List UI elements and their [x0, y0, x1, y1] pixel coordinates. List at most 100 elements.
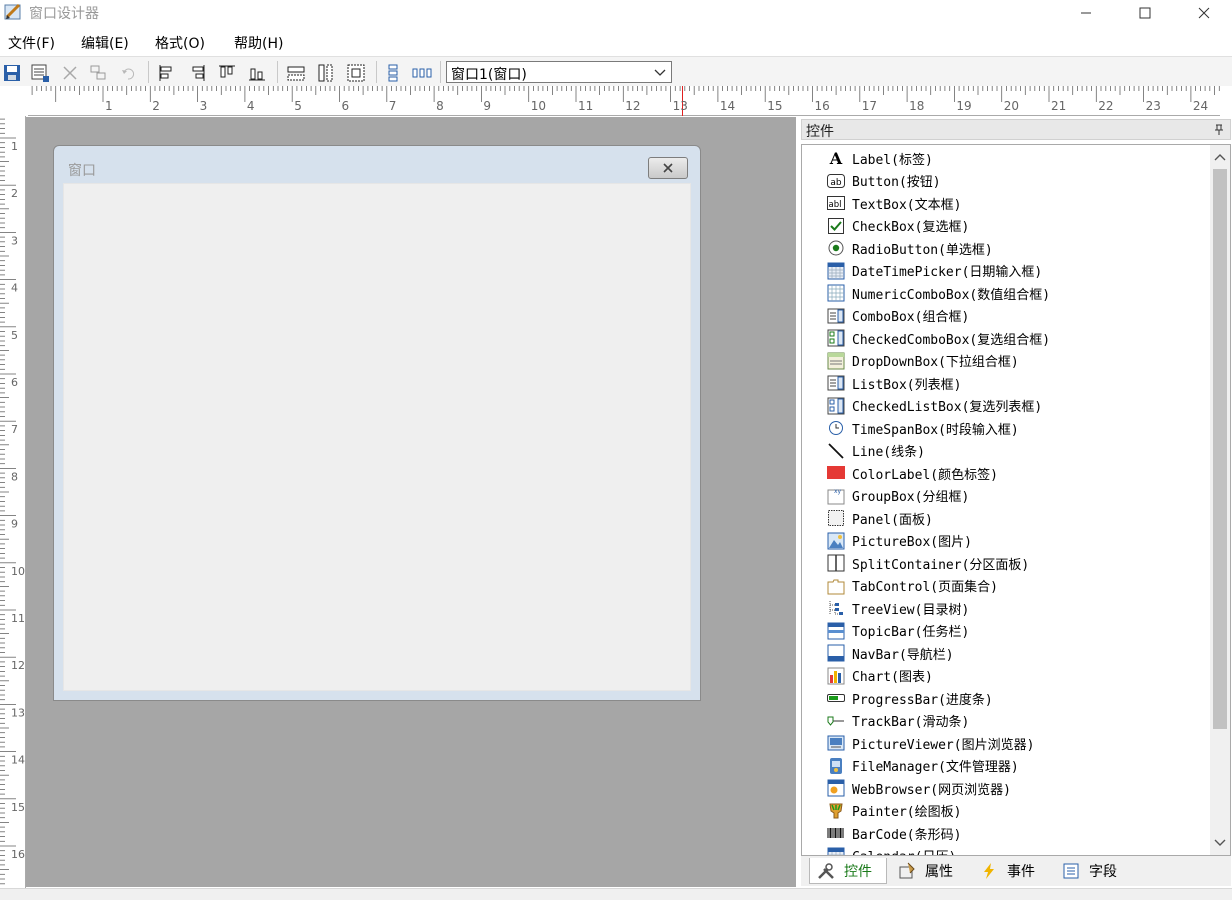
control-item[interactable]: RadioButton(单选框) [826, 237, 993, 259]
align-right-icon[interactable] [187, 63, 207, 83]
svg-text:A: A [829, 149, 843, 168]
control-item-label: ComboBox(组合框) [852, 310, 970, 325]
copy-icon[interactable] [88, 63, 108, 83]
scroll-down-button[interactable] [1210, 833, 1230, 853]
file-manager-icon [826, 756, 846, 776]
control-item[interactable]: WebBrowser(网页浏览器) [826, 777, 1011, 799]
control-item[interactable]: Line(线条) [826, 440, 925, 462]
picture-icon [826, 531, 846, 551]
control-item[interactable]: Panel(面板) [826, 507, 933, 529]
control-item-label: NumericComboBox(数值组合框) [852, 287, 1051, 303]
control-item[interactable]: ComboBox(组合框) [826, 305, 969, 327]
ruler-corner [0, 86, 28, 116]
same-width-icon[interactable] [286, 63, 306, 83]
chevron-down-icon [654, 69, 666, 76]
align-left-icon[interactable] [157, 63, 177, 83]
same-height-icon[interactable] [316, 63, 336, 83]
control-item[interactable]: TabControl(页面集合) [826, 575, 998, 597]
designed-form[interactable]: 窗口 [53, 145, 701, 701]
control-item[interactable]: NumericComboBox(数值组合框) [826, 282, 1050, 304]
form-close-button[interactable] [648, 157, 688, 179]
control-list: A Label(标签) ab Button(按钮) abl TextBox(文本框) Che… [801, 144, 1231, 856]
design-surface[interactable]: 窗口 [26, 117, 796, 887]
control-item[interactable]: TrackBar(滑动条) [826, 710, 969, 732]
control-item-label: PictureBox(图片) [852, 535, 972, 550]
toolbox-header: 控件 [801, 119, 1231, 140]
ruler-label: 1 [11, 140, 18, 153]
control-item[interactable]: ColorLabel(颜色标签) [826, 462, 998, 484]
control-item[interactable]: DropDownBox(下拉组合框) [826, 350, 1019, 372]
control-item[interactable]: CheckedComboBox(复选组合框) [826, 327, 1050, 349]
control-item[interactable]: abl TextBox(文本框) [826, 192, 961, 214]
control-item[interactable]: ab Button(按钮) [826, 170, 941, 192]
vertical-distribute-icon[interactable] [383, 63, 403, 83]
control-item[interactable]: DateTimePicker(日期输入框) [826, 260, 1042, 282]
maximize-button[interactable] [1122, 0, 1168, 26]
delete-icon[interactable] [60, 63, 80, 83]
control-item-label: FileManager(文件管理器) [852, 760, 1019, 775]
form-title: 窗口 [68, 163, 96, 179]
control-item[interactable]: PictureViewer(图片浏览器) [826, 732, 1034, 754]
control-item[interactable]: Chart(图表) [826, 665, 933, 687]
web-browser-icon [826, 778, 846, 798]
tools-icon [816, 861, 836, 881]
align-bottom-icon[interactable] [247, 63, 267, 83]
picture-viewer-icon [826, 733, 846, 753]
control-item[interactable]: PictureBox(图片) [826, 530, 972, 552]
control-item[interactable]: FileManager(文件管理器) [826, 755, 1019, 777]
properties-icon [897, 861, 917, 881]
control-item[interactable]: Painter(绘图板) [826, 800, 961, 822]
window-selector[interactable]: 窗口1(窗口) [446, 61, 672, 83]
vertical-scrollbar[interactable] [1210, 145, 1230, 855]
save-all-icon[interactable] [30, 63, 50, 83]
menu-edit[interactable]: 编辑(E) [81, 33, 129, 53]
tab-controls[interactable]: 控件 [809, 858, 887, 884]
tree-icon [826, 598, 846, 618]
calendar-icon [826, 846, 846, 855]
scroll-thumb[interactable] [1213, 169, 1227, 729]
minimize-button[interactable] [1063, 0, 1109, 26]
control-item[interactable]: TimeSpanBox(时段输入框) [826, 417, 1019, 439]
ruler-label: 2 [11, 187, 18, 200]
control-item[interactable]: BarCode(条形码) [826, 822, 961, 844]
undo-icon[interactable] [118, 63, 138, 83]
control-item[interactable]: xy GroupBox(分组框) [826, 485, 969, 507]
chevron-down-icon [1214, 839, 1226, 846]
menu-help[interactable]: 帮助(H) [234, 33, 283, 53]
ruler-label: 14 [720, 99, 735, 113]
align-top-icon[interactable] [217, 63, 237, 83]
save-icon[interactable] [2, 63, 22, 83]
tab-fields[interactable]: 字段 [1061, 858, 1117, 884]
menu-format[interactable]: 格式(O) [155, 33, 205, 53]
toolbox-title: 控件 [806, 124, 834, 140]
same-size-icon[interactable] [346, 63, 366, 83]
control-item[interactable]: A Label(标签) [826, 147, 933, 169]
ruler-label: 15 [11, 801, 25, 814]
close-button[interactable] [1181, 0, 1227, 26]
control-item[interactable]: TreeView(目录树) [826, 597, 969, 619]
form-client-area[interactable] [63, 183, 691, 691]
control-item[interactable]: CheckedListBox(复选列表框) [826, 395, 1042, 417]
control-item[interactable]: SplitContainer(分区面板) [826, 552, 1029, 574]
control-item[interactable]: ListBox(列表框) [826, 372, 961, 394]
menu-file[interactable]: 文件(F) [8, 33, 55, 53]
panel-icon [826, 508, 846, 528]
ruler-label: 11 [11, 612, 25, 625]
tab-properties-label: 属性 [925, 864, 953, 880]
control-item[interactable]: NavBar(导航栏) [826, 642, 954, 664]
control-item[interactable]: Calendar(日历) [826, 845, 956, 855]
tab-events[interactable]: 事件 [979, 858, 1035, 884]
control-item[interactable]: ProgressBar(进度条) [826, 687, 993, 709]
ruler-label: 1 [105, 99, 113, 113]
ruler-label: 21 [1051, 99, 1066, 113]
pin-icon[interactable] [1214, 124, 1224, 136]
horizontal-distribute-icon[interactable] [412, 63, 432, 83]
control-item-label: Panel(面板) [852, 512, 933, 528]
control-item[interactable]: TopicBar(任务栏) [826, 620, 969, 642]
tab-properties[interactable]: 属性 [897, 858, 953, 884]
scroll-up-button[interactable] [1210, 147, 1230, 167]
control-item[interactable]: CheckBox(复选框) [826, 215, 969, 237]
title-bar: 窗口设计器 [0, 0, 1232, 26]
control-item-label: BarCode(条形码) [852, 827, 962, 843]
ruler-label: 9 [11, 518, 18, 531]
